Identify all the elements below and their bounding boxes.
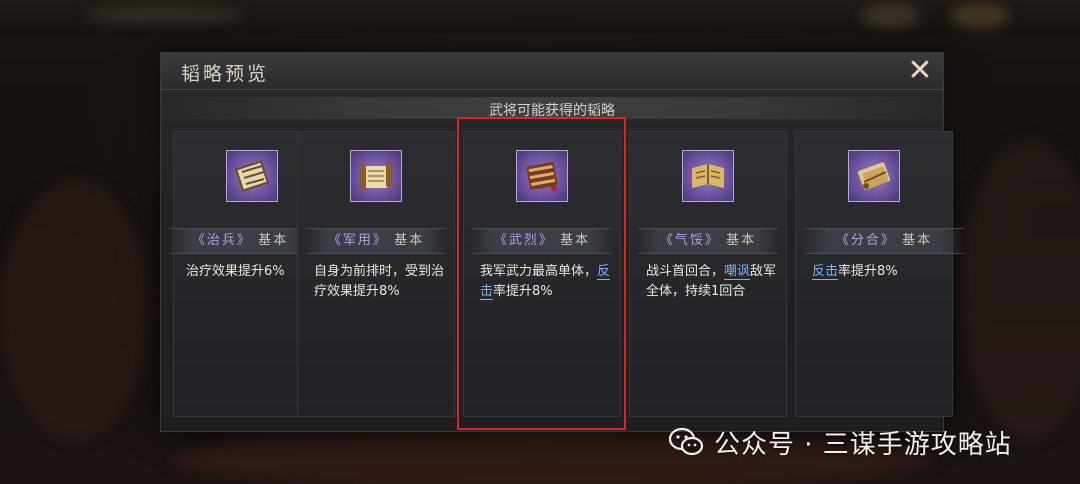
- tactic-name-plate: 《治兵》 基本: [170, 228, 310, 254]
- background-blur: [860, 4, 920, 28]
- tactic-name: 分合: [850, 233, 881, 248]
- tactic-name-plate: 《分合》 基本: [804, 228, 964, 254]
- tactic-icon-frame: [226, 150, 278, 202]
- scroll-bundle-icon: [857, 162, 891, 190]
- tactic-name-plate: 《武烈》 基本: [472, 228, 612, 254]
- tactic-description-text: 率提升8%: [493, 284, 553, 299]
- book-icon: [526, 162, 558, 191]
- tactic-name: 治兵: [206, 233, 237, 248]
- dialog-subtitle: 武将可能获得的韬略: [489, 103, 615, 119]
- tactic-icon-frame: [848, 150, 900, 202]
- close-button[interactable]: ✕: [905, 56, 935, 87]
- close-icon: ✕: [907, 53, 933, 88]
- tactic-description-text: 率提升8%: [838, 264, 898, 279]
- watermark: 公众号 · 三谋手游攻略站: [668, 422, 1012, 462]
- background-blur: [960, 140, 1080, 440]
- background-blur: [85, 6, 245, 24]
- tactic-description: 战斗首回合，嘲讽敌军全体，持续1回合: [646, 262, 778, 302]
- tactic-grade: 基本: [394, 233, 425, 248]
- tactic-grade: 基本: [258, 233, 289, 248]
- tactic-bracket-open: 《: [835, 233, 851, 248]
- tactic-bracket-open: 《: [493, 233, 509, 248]
- tactic-description-text: 治疗效果提升6%: [186, 264, 285, 279]
- scroll-icon: [360, 162, 392, 190]
- tactic-bracket-open: 《: [327, 233, 343, 248]
- tactic-description-text: 我军武力最高单体，: [480, 264, 598, 279]
- tactic-bracket-close: 》: [880, 233, 896, 248]
- tactic-card-junyong[interactable]: 《军用》 基本 自身为前排时，受到治疗效果提升8%: [297, 131, 455, 417]
- tactic-bracket-close: 》: [704, 233, 720, 248]
- dialog-title: 韬略预览: [181, 63, 270, 85]
- tactic-description: 我军武力最高单体，反击率提升8%: [480, 262, 612, 302]
- tactic-name: 武烈: [508, 233, 539, 248]
- wechat-icon: [668, 427, 704, 456]
- tactic-description-text: 战斗首回合，: [646, 264, 725, 279]
- tactic-description-text: 自身为前排时，受到治疗效果提升8%: [314, 264, 445, 299]
- tactic-icon-frame: [682, 150, 734, 202]
- tactic-bracket-open: 《: [191, 233, 207, 248]
- background-blur: [0, 180, 150, 440]
- tactic-bracket-close: 》: [372, 233, 388, 248]
- background-blur: [950, 4, 1010, 28]
- tactic-card-wulie[interactable]: 《武烈》 基本 我军武力最高单体，反击率提升8%: [463, 131, 621, 417]
- tactic-bracket-open: 《: [659, 233, 675, 248]
- tactic-bracket-close: 》: [236, 233, 252, 248]
- open-book-icon: [692, 164, 724, 188]
- tactic-card-qinei[interactable]: 《气馁》 基本 战斗首回合，嘲讽敌军全体，持续1回合: [629, 131, 787, 417]
- tactic-name-plate: 《气馁》 基本: [638, 228, 778, 254]
- tactic-grade: 基本: [902, 233, 933, 248]
- tactic-icon-frame: [350, 150, 402, 202]
- tactic-card-fenhe[interactable]: 《分合》 基本 反击率提升8%: [795, 131, 964, 417]
- keyword-link-taunt[interactable]: 嘲讽: [724, 264, 751, 280]
- tactic-grade: 基本: [726, 233, 757, 248]
- tactic-book-icon: [234, 160, 270, 192]
- dialog-header: 韬略预览 ✕: [161, 53, 943, 90]
- watermark-text: 公众号 · 三谋手游攻略站: [714, 429, 1012, 460]
- tactic-grade: 基本: [560, 233, 591, 248]
- tactic-icon-frame: [516, 150, 568, 202]
- tactic-name-plate: 《军用》 基本: [306, 228, 446, 254]
- keyword-link-counterattack[interactable]: 反击: [812, 264, 839, 280]
- game-screen: 韬略预览 ✕ 武将可能获得的韬略 《治兵》 基本 治疗效果提升6% 《军用》 基…: [0, 0, 1080, 484]
- tactics-preview-dialog: 韬略预览 ✕ 武将可能获得的韬略 《治兵》 基本 治疗效果提升6% 《军用》 基…: [160, 52, 964, 432]
- tactic-bracket-close: 》: [538, 233, 554, 248]
- tactic-name: 军用: [342, 233, 373, 248]
- tactic-description: 自身为前排时，受到治疗效果提升8%: [314, 262, 446, 302]
- tactic-description: 反击率提升8%: [812, 262, 944, 282]
- tactic-name: 气馁: [674, 233, 705, 248]
